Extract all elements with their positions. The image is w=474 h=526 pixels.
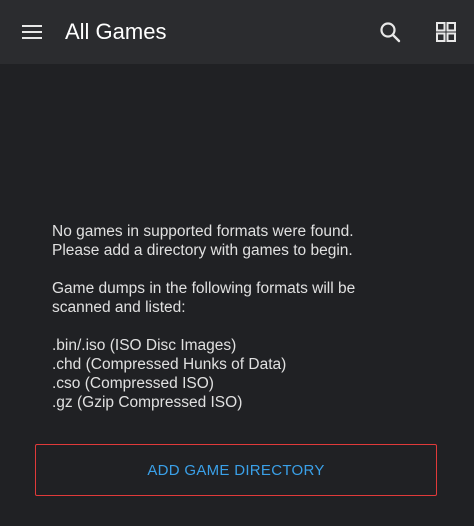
add-directory-hint: Please add a directory with games to beg… bbox=[52, 242, 353, 259]
no-games-paragraph: No games in supported formats were found… bbox=[52, 222, 452, 260]
grid-view-icon bbox=[436, 22, 456, 42]
search-icon bbox=[380, 22, 401, 43]
format-item: .cso (Compressed ISO) bbox=[52, 375, 214, 392]
page-title: All Games bbox=[65, 19, 167, 44]
formats-intro-line: Game dumps in the following formats will… bbox=[52, 280, 356, 297]
empty-state-message: No games in supported formats were found… bbox=[52, 222, 452, 412]
formats-intro-line: scanned and listed: bbox=[52, 299, 186, 316]
format-item: .gz (Gzip Compressed ISO) bbox=[52, 394, 243, 411]
search-button[interactable] bbox=[374, 16, 406, 48]
format-item: .bin/.iso (ISO Disc Images) bbox=[52, 337, 237, 354]
add-game-directory-button[interactable]: ADD GAME DIRECTORY bbox=[35, 444, 437, 496]
app-bar: All Games bbox=[0, 0, 474, 64]
format-item: .chd (Compressed Hunks of Data) bbox=[52, 356, 287, 373]
grid-view-button[interactable] bbox=[430, 16, 462, 48]
menu-button[interactable] bbox=[16, 16, 48, 48]
app-window: All Games No games in supported formats … bbox=[0, 0, 474, 526]
no-games-line: No games in supported formats were found… bbox=[52, 223, 354, 240]
menu-icon bbox=[22, 25, 42, 39]
formats-list: .bin/.iso (ISO Disc Images) .chd (Compre… bbox=[52, 336, 452, 412]
formats-intro-paragraph: Game dumps in the following formats will… bbox=[52, 279, 452, 317]
